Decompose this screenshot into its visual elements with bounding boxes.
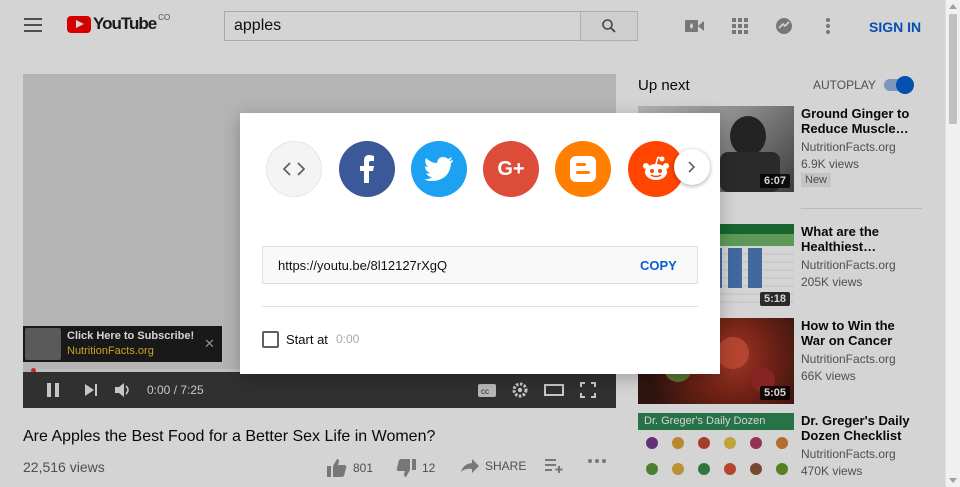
facebook-icon [360, 155, 374, 183]
divider [262, 306, 698, 307]
start-at-label: Start at [286, 332, 328, 347]
chevron-right-icon [688, 161, 696, 173]
start-at-checkbox[interactable] [262, 331, 279, 348]
copy-button[interactable]: COPY [640, 258, 677, 273]
reddit-alien-icon [643, 156, 669, 180]
facebook-share-button[interactable] [339, 141, 395, 197]
page-scrollbar[interactable] [945, 0, 960, 487]
scroll-down-arrow-icon[interactable] [949, 478, 957, 483]
google-plus-icon: G+ [497, 157, 525, 180]
youtube-watch-page: YouTube CO apples SIGN IN Click Here to … [0, 0, 945, 487]
google-plus-share-button[interactable]: G+ [483, 141, 539, 197]
blogger-share-button[interactable] [555, 141, 611, 197]
scroll-up-arrow-icon[interactable] [949, 4, 957, 9]
twitter-share-button[interactable] [411, 141, 467, 197]
embed-share-button[interactable] [266, 141, 322, 197]
next-share-targets-button[interactable] [674, 149, 710, 185]
share-dialog: G+ https://youtu.be/8l12127rXgQ COPY Sta… [240, 113, 720, 374]
share-url[interactable]: https://youtu.be/8l12127rXgQ [278, 258, 447, 273]
scrollbar-thumb[interactable] [949, 14, 957, 124]
start-at-time-input[interactable]: 0:00 [336, 332, 359, 346]
share-url-field[interactable]: https://youtu.be/8l12127rXgQ COPY [262, 246, 698, 284]
blogger-icon [570, 156, 596, 182]
embed-code-icon [283, 162, 305, 176]
twitter-bird-icon [424, 157, 453, 181]
